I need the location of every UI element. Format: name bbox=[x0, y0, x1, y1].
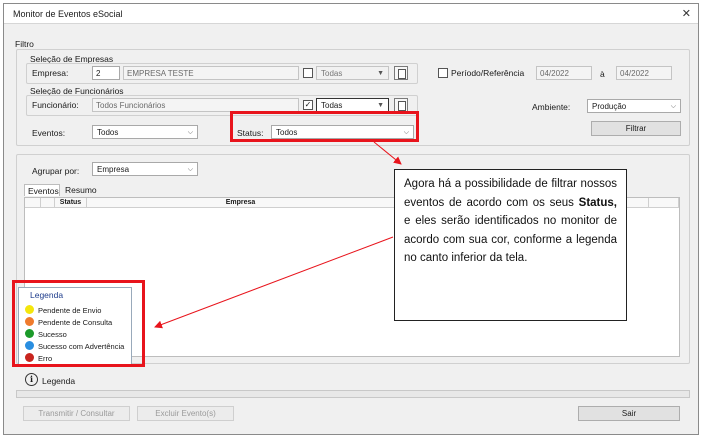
callout-text-after: e eles serão identificados no monitor de… bbox=[404, 215, 617, 264]
callout-text-bold: Status, bbox=[578, 196, 617, 209]
callout-box: Agora há a possibilidade de filtrar noss… bbox=[394, 169, 627, 321]
arrow-to-callout bbox=[373, 141, 402, 165]
arrow-to-legend bbox=[154, 236, 394, 329]
